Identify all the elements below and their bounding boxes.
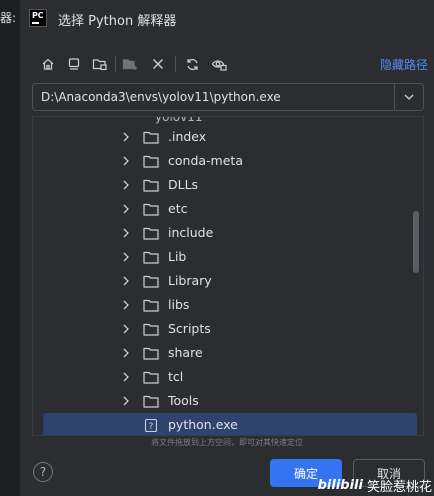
chevron-right-icon[interactable] bbox=[121, 204, 131, 214]
folder-icon bbox=[143, 299, 159, 312]
watermark-logo: bilibili bbox=[317, 477, 363, 493]
background-label: 器: bbox=[0, 11, 17, 25]
tree-folder-row[interactable]: include bbox=[43, 221, 417, 245]
folder-icon bbox=[143, 179, 159, 192]
chevron-right-icon[interactable] bbox=[121, 372, 131, 382]
chevron-right-icon[interactable] bbox=[121, 276, 131, 286]
refresh-icon bbox=[186, 58, 198, 70]
tree-file-row[interactable]: ? python.exe bbox=[43, 413, 417, 435]
watermark: bilibili 笑脸惹桃花 bbox=[318, 474, 434, 496]
tree-item-label: share bbox=[168, 345, 203, 360]
watermark-text: 笑脸惹桃花 bbox=[366, 479, 432, 495]
chevron-right-icon[interactable] bbox=[121, 156, 131, 166]
chevron-right-icon[interactable] bbox=[121, 228, 131, 238]
folder-icon bbox=[143, 227, 159, 240]
tree-folder-row[interactable]: Lib bbox=[43, 245, 417, 269]
desktop-button[interactable] bbox=[64, 54, 84, 74]
tree-folder-row[interactable]: Tools bbox=[43, 389, 417, 413]
tree-item-label: include bbox=[168, 225, 214, 240]
folder-icon bbox=[143, 371, 159, 384]
tree-folder-row[interactable]: .index bbox=[43, 125, 417, 149]
chevron-down-icon bbox=[404, 94, 414, 100]
unknown-file-icon: ? bbox=[144, 419, 158, 432]
home-button[interactable] bbox=[38, 54, 58, 74]
tree-folder-row[interactable]: libs bbox=[43, 293, 417, 317]
file-chooser-toolbar: 隐藏路径 bbox=[20, 52, 434, 76]
folder-icon bbox=[143, 203, 159, 216]
chevron-right-icon[interactable] bbox=[121, 324, 131, 334]
pycharm-app-icon: PC bbox=[29, 9, 47, 27]
path-combobox bbox=[32, 83, 424, 111]
new-folder-icon bbox=[122, 59, 137, 70]
project-folder-button[interactable] bbox=[90, 54, 110, 74]
tree-item-label: Library bbox=[168, 273, 212, 288]
tree-item-label: conda-meta bbox=[168, 153, 243, 168]
tree-item-label: Tools bbox=[168, 393, 199, 408]
tree-item-label: Scripts bbox=[168, 321, 211, 336]
show-hidden-files-button[interactable] bbox=[209, 54, 229, 74]
tree-item-label: python.exe bbox=[168, 417, 238, 432]
toolbar-separator bbox=[175, 56, 176, 72]
tree-item-label: etc bbox=[168, 201, 188, 216]
home-icon bbox=[42, 58, 54, 70]
tree-item-label: Lib bbox=[168, 249, 187, 264]
drag-drop-hint: 将文件拖放到上方空间，即可对其快速定位 bbox=[151, 438, 303, 447]
project-folder-icon bbox=[92, 59, 107, 71]
tree-item-label: tcl bbox=[168, 369, 184, 384]
folder-icon bbox=[143, 131, 159, 144]
toolbar-separator bbox=[115, 56, 116, 72]
folder-icon bbox=[143, 323, 159, 336]
folder-icon bbox=[143, 395, 159, 408]
path-dropdown-button[interactable] bbox=[394, 84, 423, 110]
tree-folder-row[interactable]: tcl bbox=[43, 365, 417, 389]
folder-icon bbox=[143, 347, 159, 360]
select-interpreter-dialog: PC 选择 Python 解释器 隐藏路径 D:\Anaconda3\envs\… bbox=[20, 0, 434, 496]
path-input[interactable] bbox=[34, 85, 401, 109]
refresh-button[interactable] bbox=[182, 54, 202, 74]
desktop-icon bbox=[68, 58, 80, 70]
tree-item-label: libs bbox=[168, 297, 190, 312]
chevron-right-icon[interactable] bbox=[121, 180, 131, 190]
tree-folder-row[interactable]: conda-meta bbox=[43, 149, 417, 173]
chevron-right-icon[interactable] bbox=[121, 252, 131, 262]
svg-text:?: ? bbox=[149, 422, 154, 432]
tree-item-label: DLLs bbox=[168, 177, 199, 192]
delete-icon bbox=[153, 59, 163, 69]
tree-folder-row[interactable]: share bbox=[43, 341, 417, 365]
delete-button[interactable] bbox=[148, 54, 168, 74]
folder-icon bbox=[143, 155, 159, 168]
tree-folder-row[interactable]: DLLs bbox=[43, 173, 417, 197]
folder-icon bbox=[143, 275, 159, 288]
title-bar[interactable]: PC 选择 Python 解释器 bbox=[20, 0, 434, 36]
dialog-title: 选择 Python 解释器 bbox=[58, 14, 177, 29]
tree-folder-row[interactable]: Library bbox=[43, 269, 417, 293]
file-tree[interactable]: yolov11 .index conda-meta DLLs etc include Li… bbox=[32, 116, 424, 436]
show-hidden-icon bbox=[211, 60, 227, 71]
hide-path-link[interactable]: 隐藏路径 bbox=[380, 56, 428, 73]
tree-folder-row[interactable]: Scripts bbox=[43, 317, 417, 341]
tree-parent-item-partial: yolov11 bbox=[155, 116, 203, 124]
chevron-right-icon[interactable] bbox=[121, 348, 131, 358]
folder-icon bbox=[143, 251, 159, 264]
chevron-right-icon[interactable] bbox=[121, 132, 131, 142]
background-window: 器: bbox=[0, 0, 20, 496]
chevron-right-icon[interactable] bbox=[121, 396, 131, 406]
new-folder-button[interactable] bbox=[120, 54, 140, 74]
tree-folder-row[interactable]: etc bbox=[43, 197, 417, 221]
tree-item-label: .index bbox=[168, 129, 207, 144]
help-button[interactable]: ? bbox=[33, 462, 53, 482]
chevron-right-icon[interactable] bbox=[121, 300, 131, 310]
app-icon-text: PC bbox=[32, 11, 44, 20]
